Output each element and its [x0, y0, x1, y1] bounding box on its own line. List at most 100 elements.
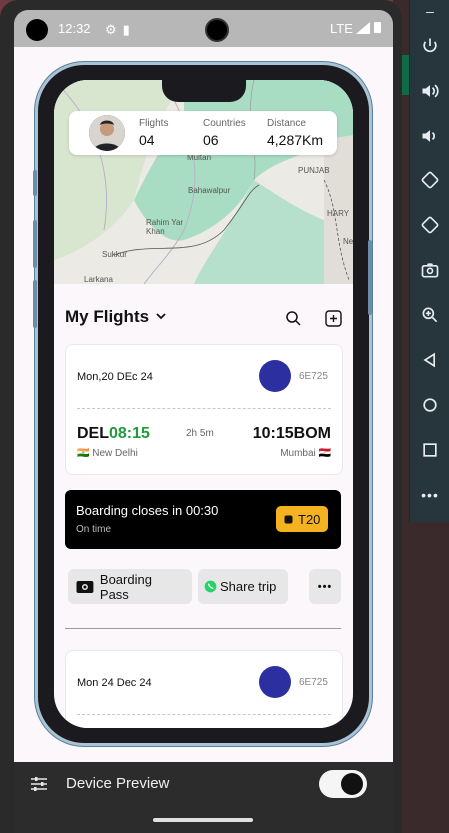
travel-stats-card: Flights 04 Countries 06 Distance 4,287Km: [69, 111, 337, 155]
volume-up-button[interactable]: [410, 73, 449, 109]
flight-card[interactable]: Mon,20 DEc 24 6E725 DEL08:15 2h 5m 10:15…: [65, 344, 343, 475]
sd-card-icon: ▮: [122, 22, 130, 37]
status-icons: ⚙ ▮: [105, 22, 130, 38]
departure-code: DEL: [77, 425, 109, 442]
stat-value: 4,287Km: [267, 132, 324, 148]
device-preview-toggle[interactable]: [319, 770, 367, 798]
divider: [77, 408, 331, 409]
overview-square-icon: [423, 443, 437, 457]
back-triangle-icon: [423, 352, 435, 368]
map-label: Sukkur: [102, 250, 127, 259]
volume-down-button[interactable]: [410, 118, 449, 154]
rotate-left-button[interactable]: [410, 162, 449, 198]
flight-date: Mon,20 DEc 24: [77, 371, 153, 383]
whatsapp-icon: [204, 580, 217, 593]
mock-side-button: [368, 240, 372, 315]
network-type: LTE: [330, 21, 353, 36]
power-icon: [423, 38, 437, 53]
device-preview-label: Device Preview: [66, 775, 170, 792]
screenshot-button[interactable]: [410, 252, 449, 288]
home-indicator[interactable]: [153, 818, 253, 822]
boarding-pass-button[interactable]: Boarding Pass: [68, 569, 192, 604]
arrival: 10:15BOM: [253, 425, 331, 443]
map-label: HARY: [327, 209, 350, 218]
boarding-pass-label: Boarding Pass: [99, 571, 152, 602]
stat-label: Countries: [203, 118, 246, 129]
home-button[interactable]: [410, 387, 449, 423]
home-circle-icon: [423, 398, 437, 412]
departure-city-name: New Delhi: [92, 448, 138, 459]
tune-sliders-icon[interactable]: [30, 775, 48, 793]
mock-side-button: [33, 220, 37, 268]
chevron-down-icon[interactable]: [155, 310, 167, 322]
terminal-badge: T20: [276, 506, 329, 532]
boarding-status: On time: [76, 524, 112, 535]
stat-label: Flights: [139, 118, 169, 129]
flight-number: 6E725: [299, 677, 328, 688]
arrival-code: BOM: [293, 425, 331, 442]
toggle-knob: [341, 773, 363, 795]
add-flight-button[interactable]: [322, 307, 344, 329]
map-label: PUNJAB: [298, 166, 330, 175]
more-options-button[interactable]: •••: [410, 477, 449, 513]
app-screen: Multan PUNJAB Bahawalpur Rahim Yar Khan …: [54, 80, 353, 728]
mock-side-button: [33, 280, 37, 328]
more-actions-button[interactable]: •••: [309, 569, 341, 604]
arrival-time: 10:15: [252, 425, 294, 442]
front-camera: [205, 18, 229, 42]
back-button[interactable]: [410, 342, 449, 378]
boarding-banner[interactable]: Boarding closes in 00:30 On time T20: [65, 490, 341, 549]
status-bar: 12:32 ⚙ ▮ LTE: [14, 10, 393, 47]
status-time: 12:32: [58, 21, 91, 36]
divider-line: [65, 628, 341, 629]
punch-hole-camera: [26, 19, 48, 41]
flag-icon: 🇪🇬: [318, 448, 331, 459]
rotate-right-icon: [421, 216, 439, 234]
share-trip-button[interactable]: Share trip: [198, 569, 288, 604]
battery-icon: [374, 22, 381, 33]
map-label: Bahawalpur: [188, 186, 231, 195]
power-button[interactable]: [410, 28, 449, 64]
divider: [77, 714, 331, 715]
map-label: Larkana: [84, 275, 113, 284]
flight-date: Mon 24 Dec 24: [77, 677, 152, 689]
user-photo: [89, 115, 125, 151]
rotate-left-icon: [421, 171, 439, 189]
departure: DEL08:15: [77, 425, 150, 443]
map-label: Ne: [343, 237, 353, 246]
add-square-icon: [324, 309, 342, 327]
volume-down-icon: [422, 130, 435, 142]
search-button[interactable]: [282, 307, 304, 329]
terminal-icon: [284, 515, 293, 523]
mock-side-button: [33, 170, 37, 196]
avatar[interactable]: [89, 115, 125, 151]
stat-flights: Flights 04: [139, 118, 168, 148]
settings-gear-icon: ⚙: [105, 22, 117, 37]
device-preview-row: Device Preview: [30, 768, 370, 800]
airline-logo: [259, 666, 291, 698]
stat-label: Distance: [267, 118, 306, 129]
stat-value: 04: [139, 132, 155, 148]
emulator-toolbar: – •••: [409, 0, 449, 522]
zoom-button[interactable]: [410, 297, 449, 333]
flight-number: 6E725: [299, 371, 328, 382]
section-title[interactable]: My Flights: [65, 307, 149, 327]
india-flag-icon: 🇮🇳: [77, 448, 90, 459]
departure-time: 08:15: [109, 425, 150, 442]
airline-logo: [259, 360, 291, 392]
share-trip-label: Share trip: [220, 579, 277, 594]
overview-button[interactable]: [410, 432, 449, 468]
rotate-right-button[interactable]: [410, 207, 449, 243]
search-icon: [286, 311, 301, 326]
ticket-icon: [76, 580, 94, 593]
device-mockup: Multan PUNJAB Bahawalpur Rahim Yar Khan …: [33, 65, 372, 743]
stat-value: 06: [203, 132, 219, 148]
minimize-button[interactable]: –: [410, 0, 449, 22]
terminal-label: T20: [298, 511, 321, 527]
signal-icon: [356, 22, 370, 34]
stat-countries: Countries 06: [203, 118, 246, 148]
camera-icon: [421, 263, 439, 278]
boarding-message: Boarding closes in 00:30: [76, 503, 219, 518]
flight-card[interactable]: Mon 24 Dec 24 6E725: [65, 650, 343, 728]
notch: [162, 80, 246, 102]
